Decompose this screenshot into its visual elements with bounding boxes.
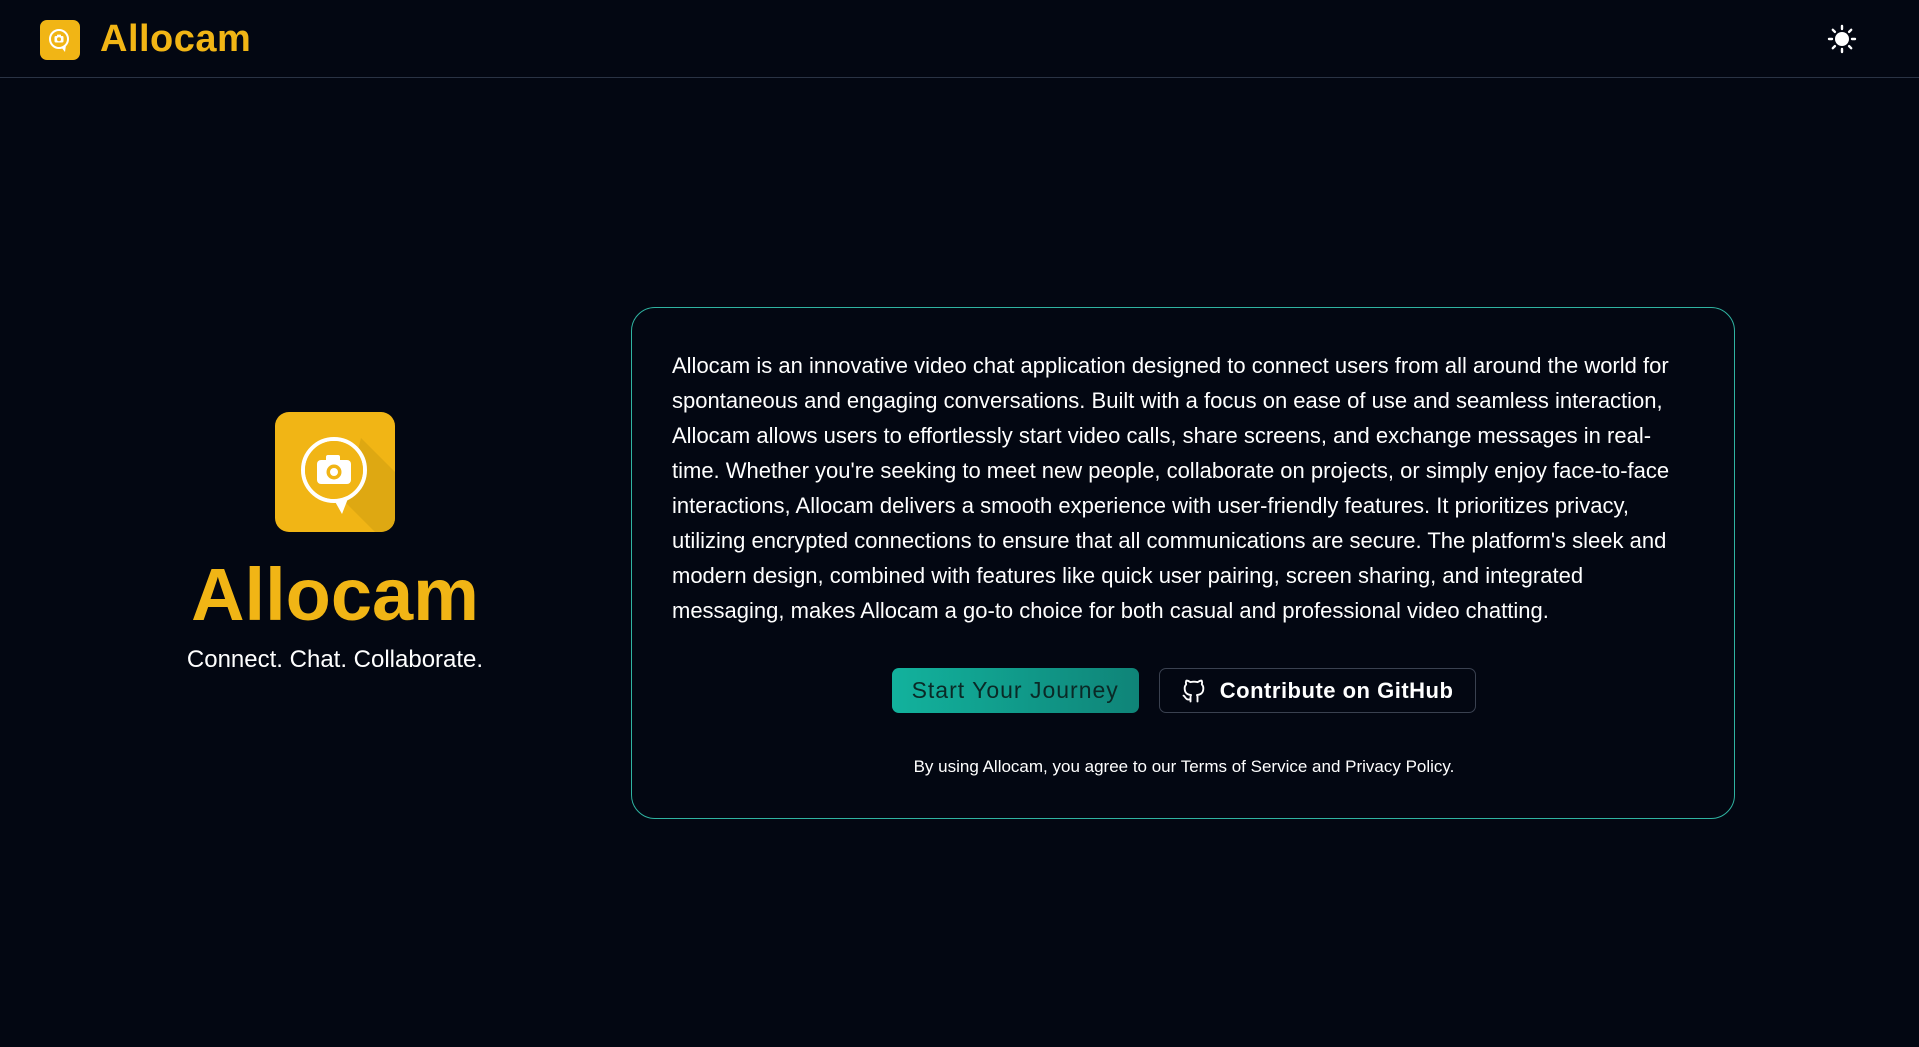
action-buttons: Start Your Journey Contribute on GitHub	[672, 668, 1696, 713]
terms-link[interactable]: Terms of Service	[1181, 757, 1308, 776]
hero-tagline: Connect. Chat. Collaborate.	[186, 646, 484, 673]
hero-branding: Allocam Connect. Chat. Collaborate.	[150, 412, 520, 674]
legal-prefix: By using Allocam, you agree to our	[913, 757, 1181, 776]
legal-and: and	[1307, 757, 1346, 776]
app-description: Allocam is an innovative video chat appl…	[672, 353, 1670, 623]
brand-link[interactable]: Allocam	[40, 18, 251, 61]
sun-icon	[1827, 24, 1857, 54]
start-journey-button[interactable]: Start Your Journey	[891, 668, 1139, 713]
top-navbar: Allocam	[0, 0, 1919, 78]
theme-toggle-button[interactable]	[1825, 22, 1859, 56]
camera-chat-icon	[275, 412, 395, 532]
hero-title: Allocam	[191, 553, 479, 636]
github-button-label: Contribute on GitHub	[1219, 677, 1454, 703]
github-contribute-button[interactable]: Contribute on GitHub	[1158, 668, 1477, 713]
github-icon	[1182, 679, 1205, 702]
legal-suffix: .	[1449, 757, 1455, 776]
privacy-link[interactable]: Privacy Policy	[1345, 757, 1450, 776]
camera-chat-icon	[40, 19, 80, 60]
legal-notice: By using Allocam, you agree to our Terms…	[672, 757, 1696, 777]
brand-title: Allocam	[100, 18, 252, 60]
about-card: Allocam is an innovative video chat appl…	[631, 307, 1735, 819]
